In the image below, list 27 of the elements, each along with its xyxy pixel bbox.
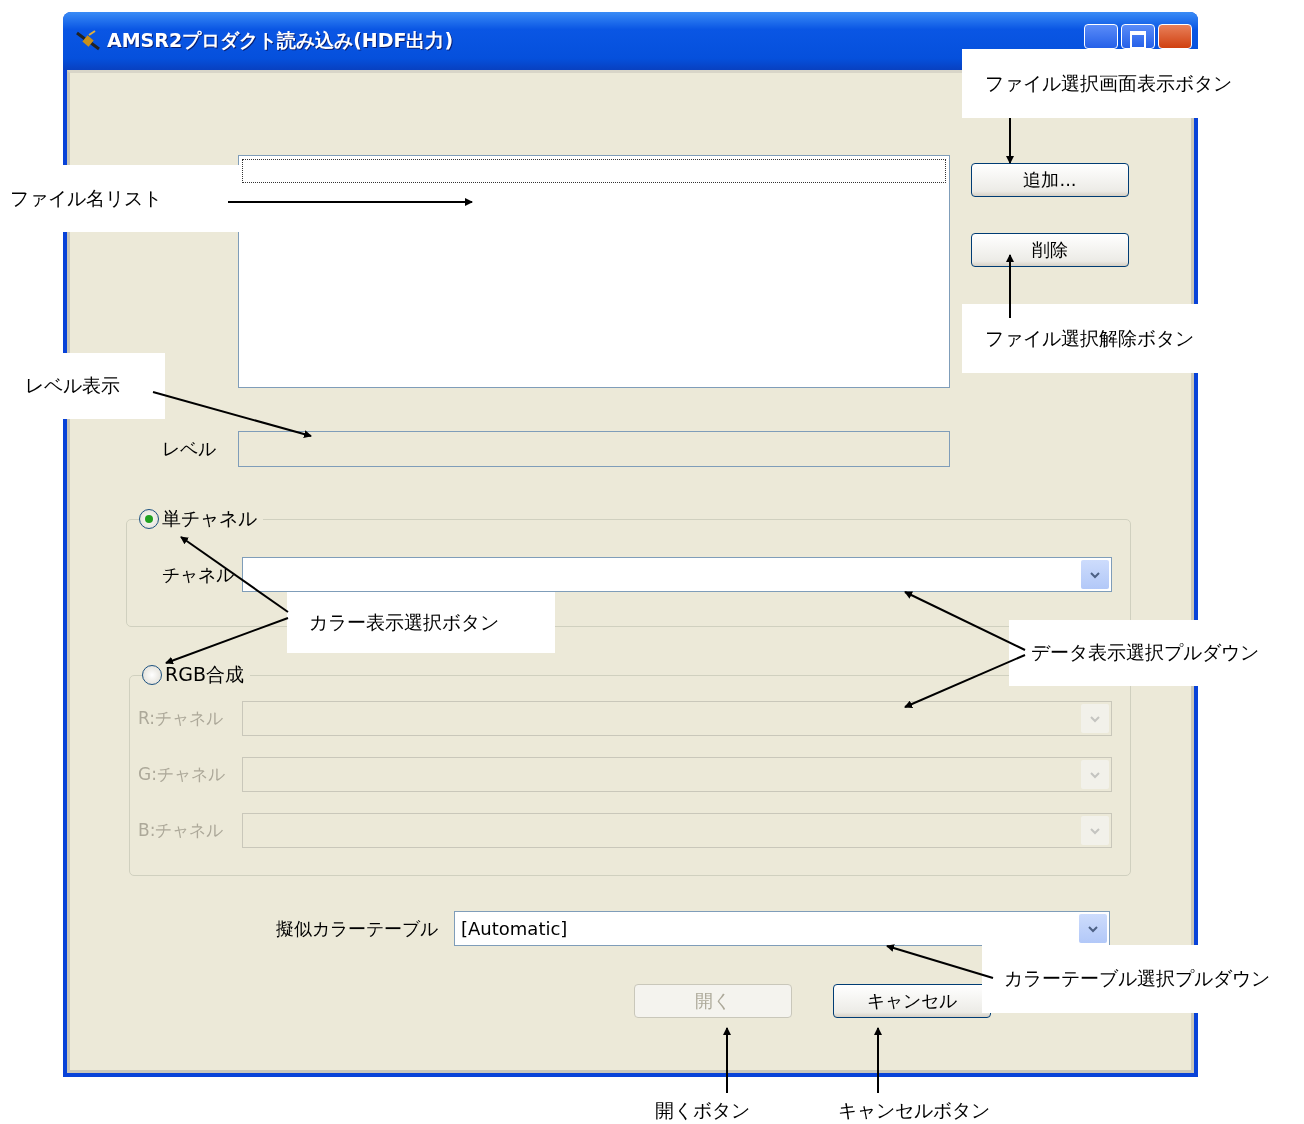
level-label: レベル	[162, 437, 217, 461]
callout-arrow	[1006, 254, 1014, 319]
minimize-button[interactable]	[1084, 24, 1118, 49]
channel-label: B:チャネル	[138, 819, 225, 842]
channel-dropdown[interactable]	[242, 557, 1112, 592]
color-table-label: 擬似カラーテーブル	[276, 916, 439, 941]
radio-label[interactable]: RGB合成	[165, 662, 244, 688]
callout-arrow	[723, 1027, 731, 1094]
callout-arrow	[874, 1027, 882, 1094]
channel-label: G:チャネル	[138, 763, 226, 786]
callout-label: キャンセルボタン	[838, 1098, 990, 1123]
channel-label: チャネル	[162, 562, 235, 587]
callout-label: 開くボタン	[655, 1098, 750, 1123]
satellite-icon	[75, 29, 101, 53]
radio-button[interactable]	[142, 665, 162, 685]
channel-label: R:チャネル	[138, 707, 225, 730]
push-button[interactable]: 削除	[971, 233, 1129, 267]
radio-button[interactable]	[139, 509, 159, 529]
push-button[interactable]: キャンセル	[833, 984, 991, 1018]
callout-label: カラー表示選択ボタン	[287, 592, 555, 653]
push-button[interactable]: 追加...	[971, 163, 1129, 197]
maximize-button[interactable]	[1121, 24, 1155, 49]
color-table-dropdown[interactable]: [Automatic]	[454, 911, 1110, 946]
callout-arrow	[1006, 117, 1014, 164]
window-title: AMSR2プロダクト読み込み(HDF出力)	[107, 28, 454, 53]
radio-label[interactable]: 単チャネル	[162, 506, 257, 532]
close-button[interactable]	[1158, 24, 1192, 49]
